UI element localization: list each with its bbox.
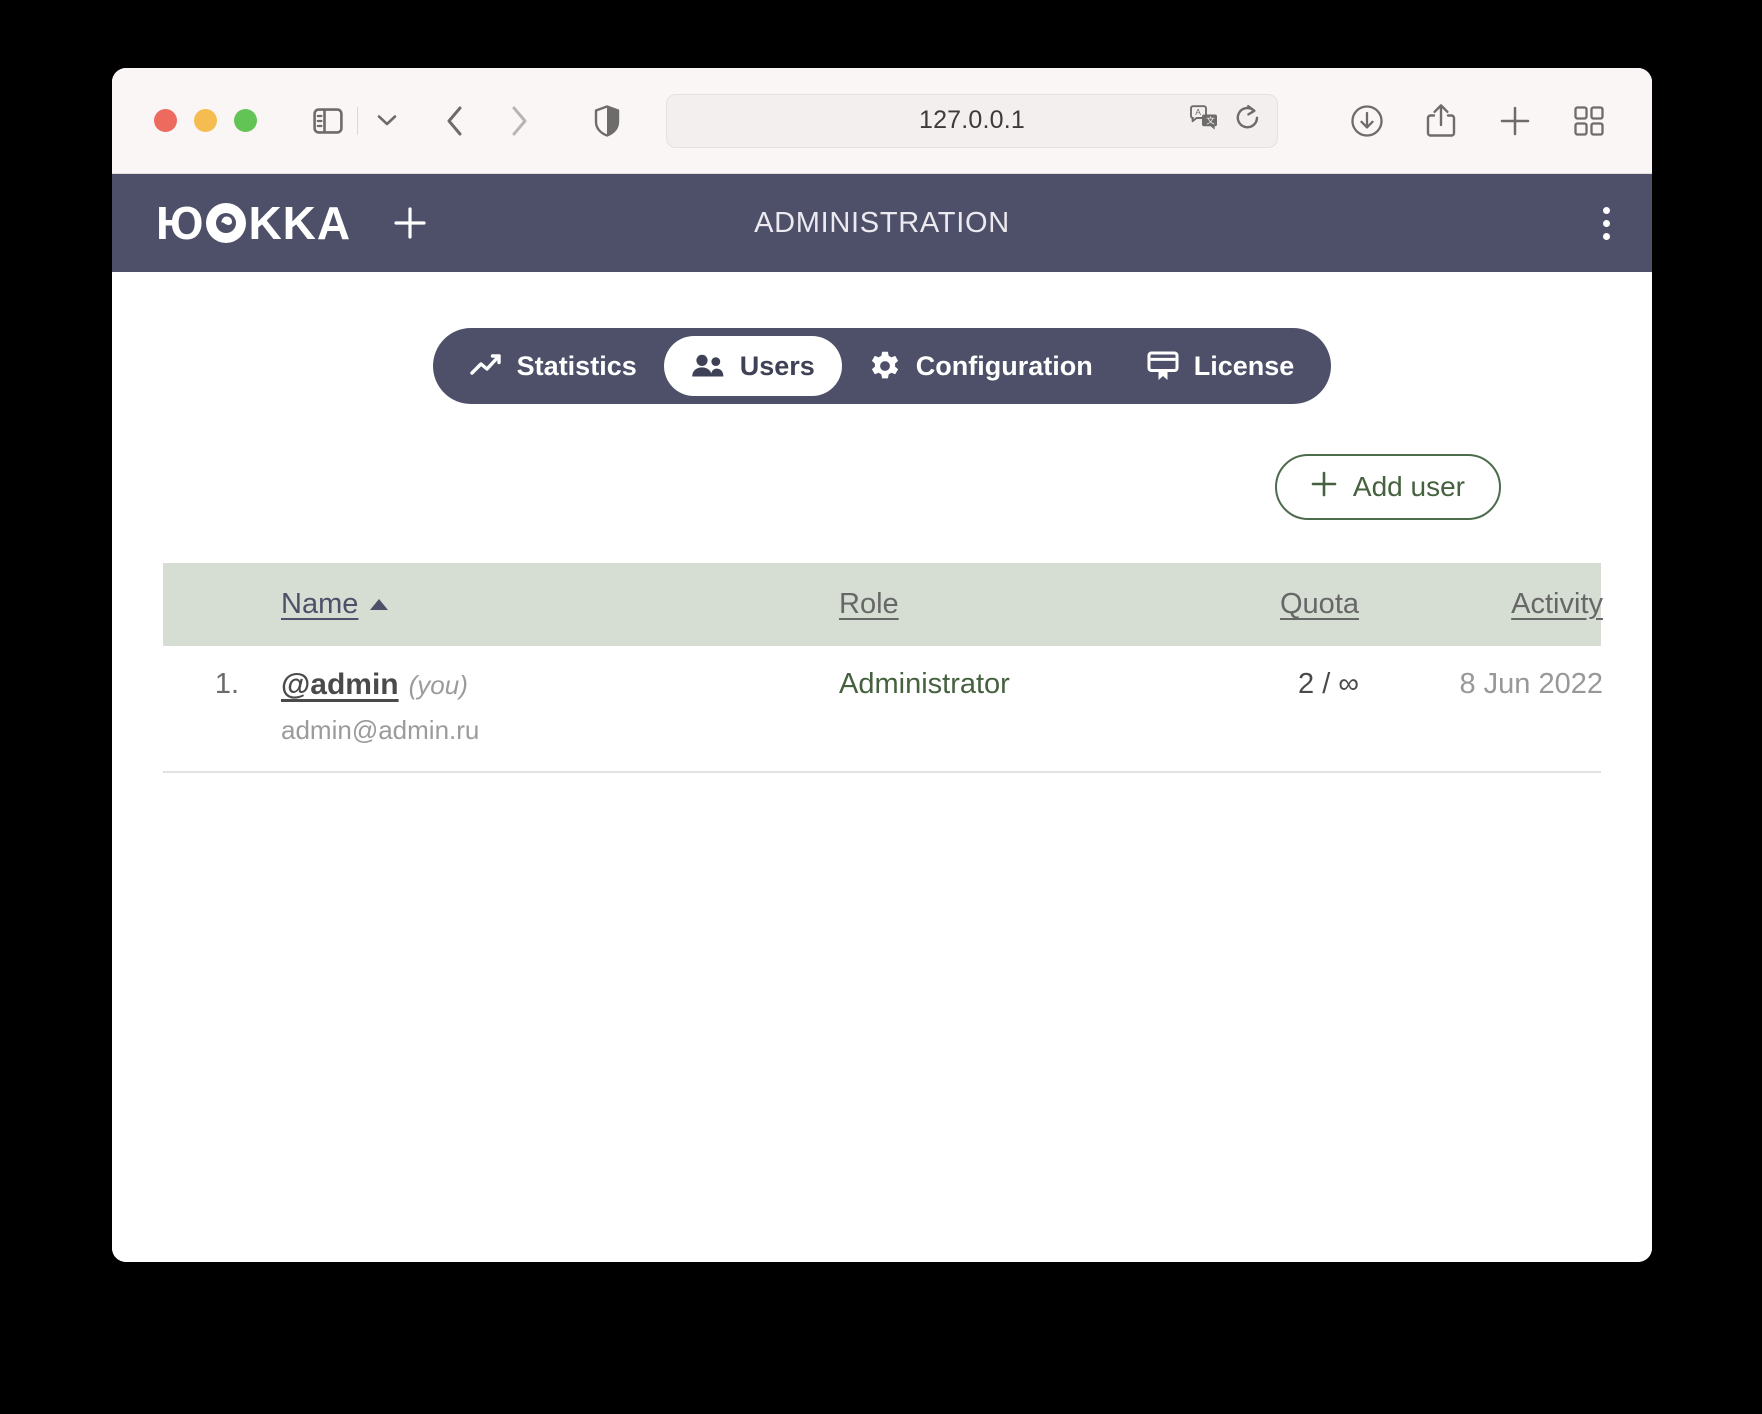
column-header-role[interactable]: Role — [839, 588, 1173, 621]
current-user-badge: (you) — [408, 670, 468, 700]
user-email: admin@admin.ru — [281, 715, 480, 745]
url-text: 127.0.0.1 — [918, 106, 1026, 134]
back-chevron-icon[interactable] — [432, 98, 478, 144]
tab-users-label: Users — [739, 350, 815, 381]
svg-text:A: A — [1195, 107, 1201, 117]
action-row: Add user — [138, 404, 1626, 520]
tab-bar-wrapper: Statistics Users Configuration License — [138, 272, 1626, 404]
reload-icon[interactable] — [1235, 104, 1261, 137]
users-table: Name Role Quota Activity 1. @admin (you) — [163, 563, 1603, 773]
sidebar-toggle-icon[interactable] — [305, 98, 351, 144]
app-header: Ю KKA ADMINISTRATION — [112, 174, 1652, 272]
privacy-shield-icon[interactable] — [584, 98, 630, 144]
tab-overview-icon[interactable] — [1566, 98, 1612, 144]
tab-bar: Statistics Users Configuration License — [432, 328, 1332, 404]
new-tab-plus-icon[interactable] — [1492, 98, 1538, 144]
column-header-name[interactable]: Name — [281, 588, 839, 621]
sort-ascending-icon — [370, 599, 389, 610]
close-window-button[interactable] — [154, 109, 177, 132]
chevron-down-icon[interactable] — [364, 98, 410, 144]
plus-icon — [1311, 471, 1337, 504]
certificate-icon — [1147, 351, 1179, 381]
maximize-window-button[interactable] — [234, 109, 257, 132]
column-header-activity-label: Activity — [1511, 588, 1603, 620]
svg-text:文: 文 — [1206, 115, 1215, 126]
column-header-quota[interactable]: Quota — [1173, 588, 1373, 621]
window-controls — [154, 109, 257, 132]
column-header-name-label: Name — [281, 588, 359, 620]
logo-prefix: Ю — [156, 197, 205, 249]
table-row[interactable]: 1. @admin (you) admin@admin.ru Administr… — [163, 646, 1603, 773]
column-header-activity[interactable]: Activity — [1373, 588, 1603, 621]
tab-statistics[interactable]: Statistics — [443, 336, 664, 396]
header-kebab-menu-icon[interactable] — [1589, 199, 1624, 248]
tab-statistics-label: Statistics — [516, 350, 637, 381]
main-content: Statistics Users Configuration License A… — [112, 272, 1652, 1262]
browser-toolbar: 127.0.0.1 A 文 — [112, 68, 1652, 174]
download-icon[interactable] — [1344, 98, 1390, 144]
cell-activity: 8 Jun 2022 — [1459, 668, 1603, 700]
cell-name: @admin (you) admin@admin.ru — [281, 668, 839, 746]
trend-line-icon — [469, 353, 502, 379]
row-index: 1. — [214, 668, 239, 700]
tab-configuration[interactable]: Configuration — [842, 336, 1120, 396]
gear-icon — [869, 350, 901, 382]
table-header-row: Name Role Quota Activity — [163, 563, 1603, 646]
minimize-window-button[interactable] — [194, 109, 217, 132]
browser-right-tools — [1344, 98, 1626, 144]
tab-license[interactable]: License — [1120, 336, 1322, 396]
tab-users[interactable]: Users — [663, 336, 842, 396]
share-icon[interactable] — [1418, 98, 1464, 144]
tab-configuration-label: Configuration — [915, 350, 1093, 381]
add-user-label: Add user — [1352, 471, 1465, 502]
app-logo[interactable]: Ю KKA — [156, 200, 427, 246]
forward-chevron-icon[interactable] — [496, 98, 542, 144]
browser-window: 127.0.0.1 A 文 Ю KKA ADMINISTRATION Stati… — [112, 68, 1652, 1262]
users-icon — [691, 353, 725, 379]
cell-quota: 2 / ∞ — [1298, 668, 1359, 700]
add-user-button[interactable]: Add user — [1274, 454, 1501, 520]
cell-role: Administrator — [839, 668, 1010, 700]
toolbar-divider — [357, 106, 358, 135]
user-name-link[interactable]: @admin — [281, 668, 399, 702]
add-item-plus-icon[interactable] — [393, 206, 427, 240]
logo-eye-icon — [206, 203, 247, 243]
address-bar[interactable]: 127.0.0.1 A 文 — [666, 93, 1278, 148]
logo-suffix: KKA — [248, 197, 352, 249]
translate-icon[interactable]: A 文 — [1189, 105, 1219, 136]
column-header-quota-label: Quota — [1280, 588, 1359, 620]
tab-license-label: License — [1193, 350, 1295, 381]
